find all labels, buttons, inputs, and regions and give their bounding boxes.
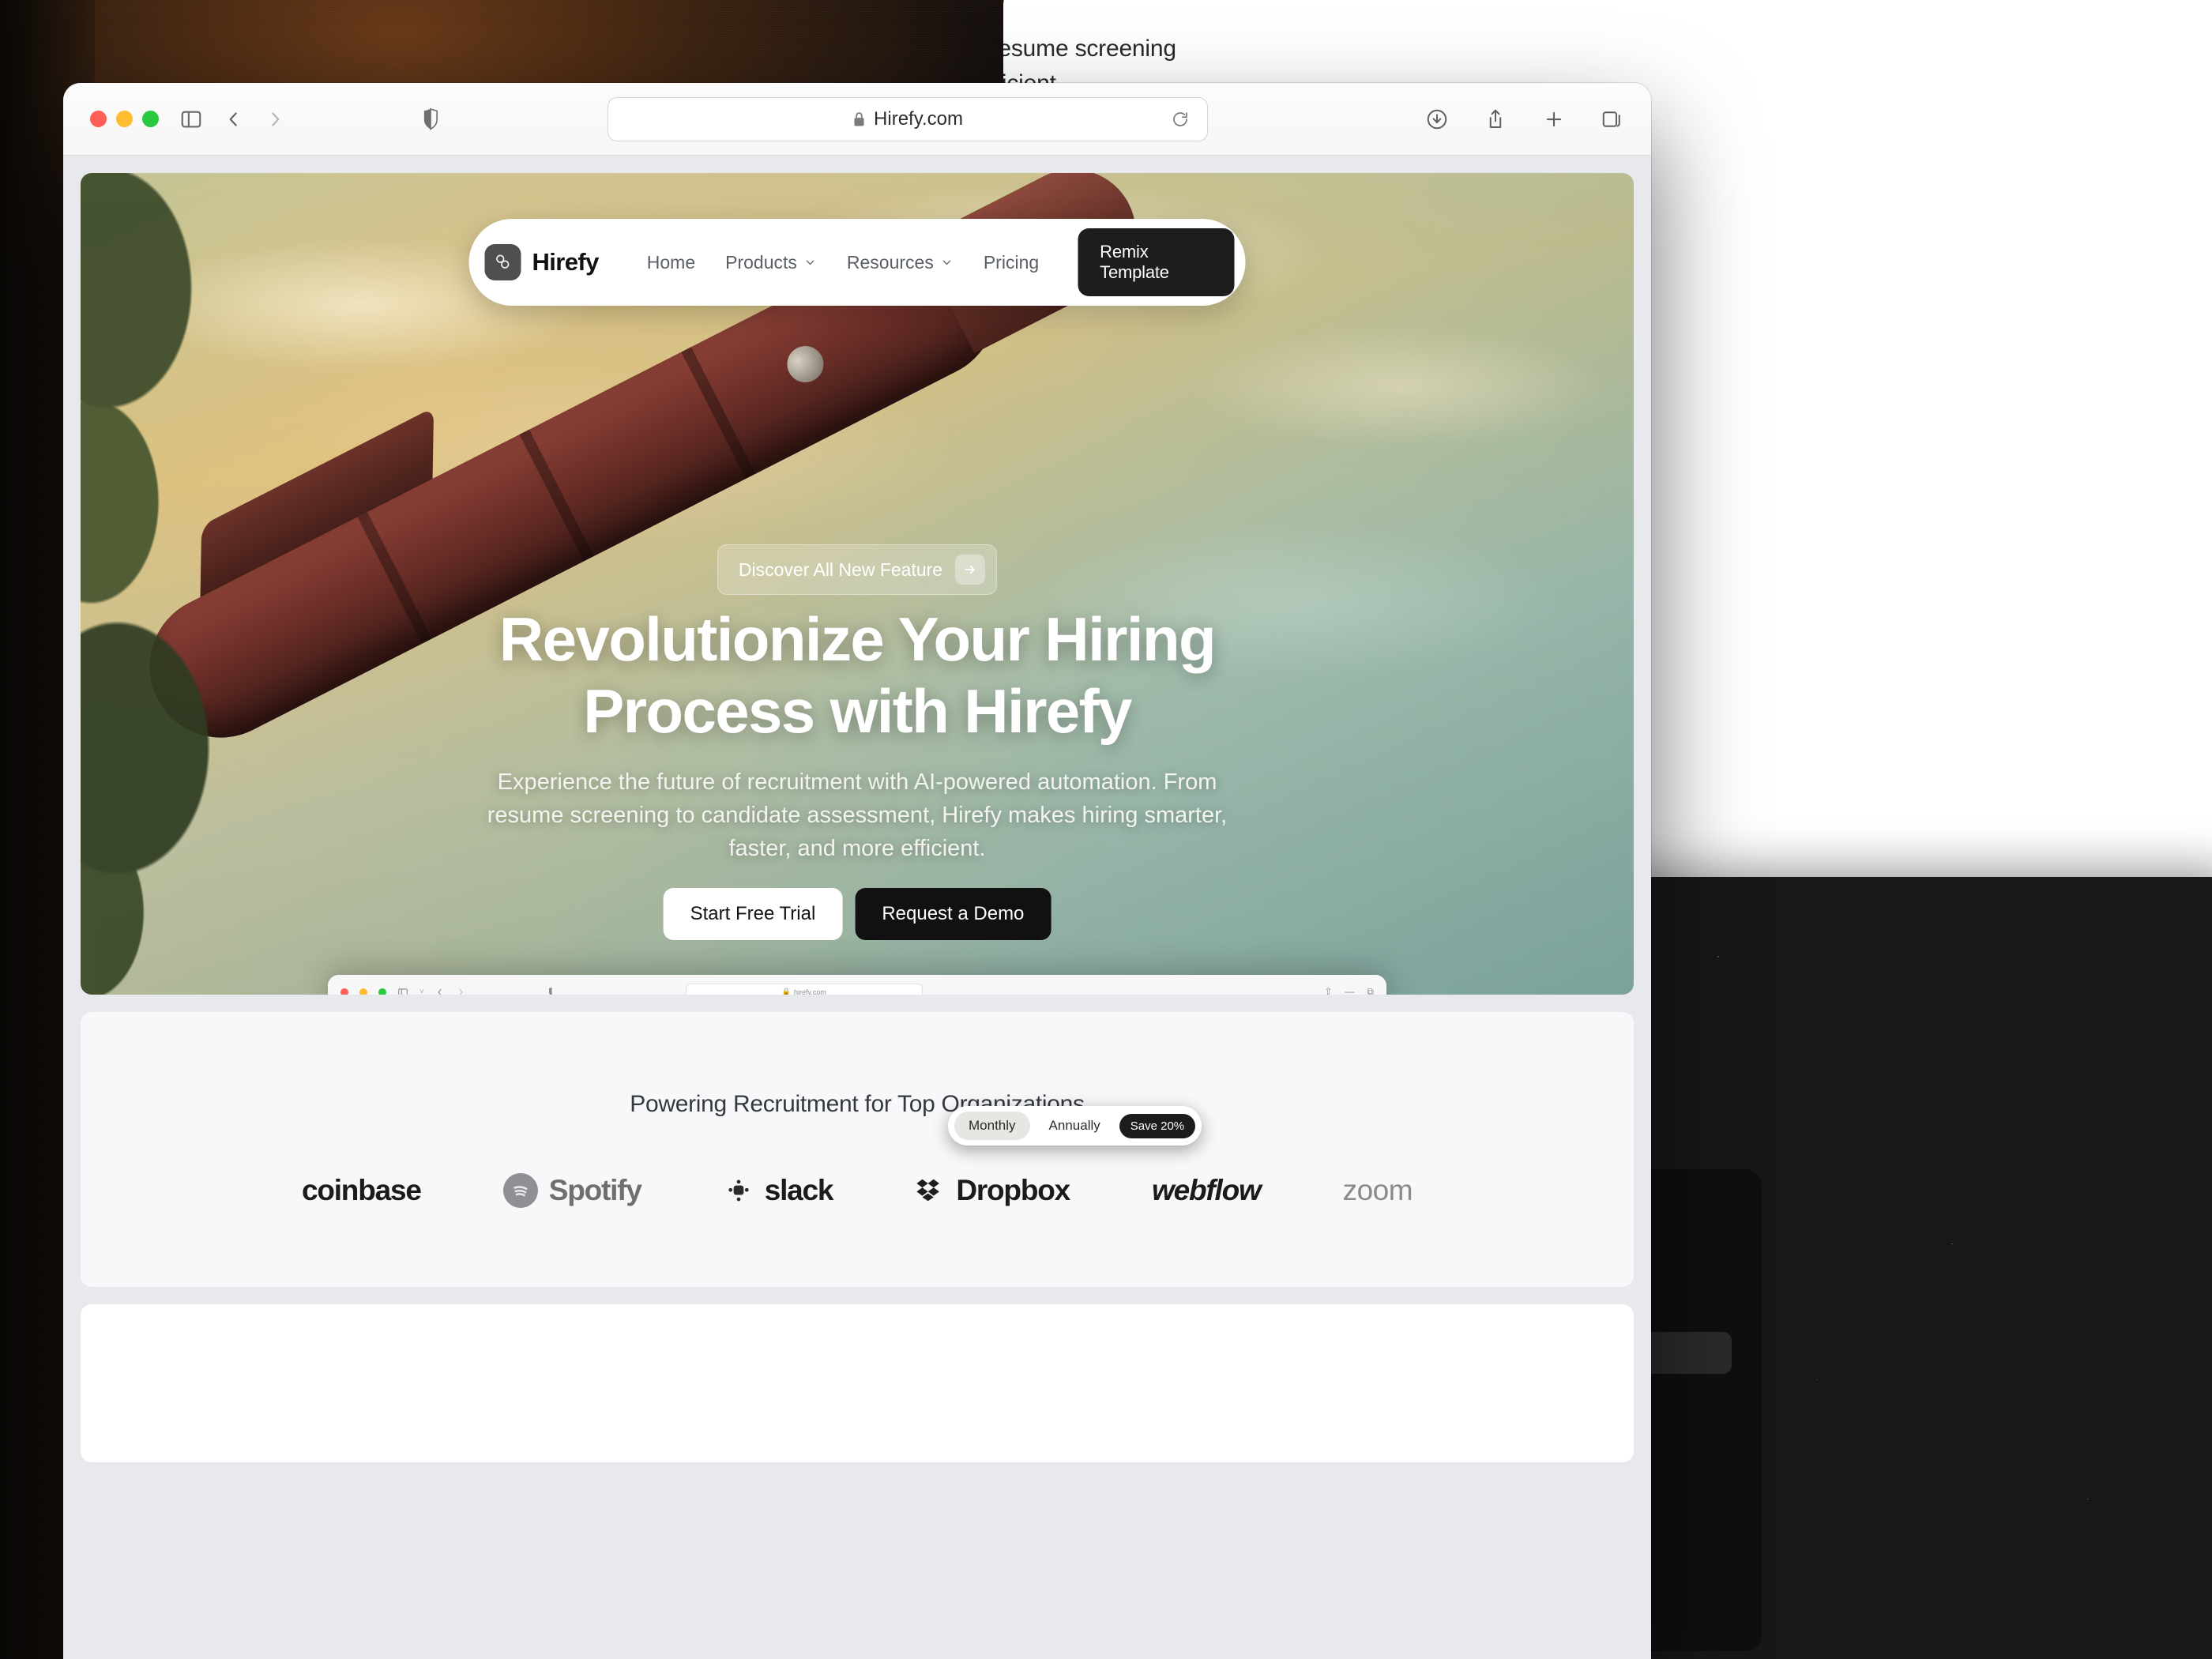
share-icon[interactable] <box>1484 107 1507 131</box>
logo-text: webflow <box>1152 1174 1262 1206</box>
nav-link-pricing[interactable]: Pricing <box>969 252 1054 273</box>
hero-title-line1: Revolutionize Your Hiring <box>498 604 1217 674</box>
shield-icon[interactable] <box>547 987 556 995</box>
discover-feature-badge[interactable]: Discover All New Feature <box>717 544 998 595</box>
hirefy-logo-icon <box>484 244 521 280</box>
url-text: Hirefy.com <box>874 107 963 130</box>
billing-monthly-option[interactable]: Monthly <box>954 1112 1030 1140</box>
dashboard-address-bar[interactable]: 🔒 hirefy.com <box>685 983 923 995</box>
back-arrow-icon[interactable] <box>224 109 244 130</box>
maximize-window-button[interactable] <box>378 988 386 995</box>
hero-title: Revolutionize Your Hiring Process with H… <box>391 604 1323 748</box>
logo-text: Dropbox <box>956 1174 1070 1206</box>
dashboard-browser-toolbar: ˅ 🔒 hirefy.com ⇧ — ⧉ <box>328 975 1386 995</box>
nav-link-products[interactable]: Products <box>710 252 832 273</box>
minimize-icon[interactable]: — <box>1345 986 1354 995</box>
nav-label: Products <box>725 251 797 273</box>
tab-overview-icon[interactable] <box>1601 107 1624 131</box>
logo-coinbase: coinbase <box>301 1174 422 1207</box>
billing-period-toggle[interactable]: Monthly Annually Save 20% <box>948 1106 1202 1146</box>
billing-annually-option[interactable]: Annually <box>1035 1112 1115 1140</box>
sidebar-toggle-icon[interactable] <box>397 987 408 995</box>
address-bar[interactable]: Hirefy.com <box>608 96 1208 141</box>
share-icon[interactable]: ⇧ <box>1324 986 1332 995</box>
billing-save-badge: Save 20% <box>1119 1113 1196 1138</box>
logo-webflow: webflow <box>1152 1174 1262 1207</box>
logo-text: zoom <box>1342 1174 1413 1206</box>
hero-subtitle: Experience the future of recruitment wit… <box>487 769 1228 862</box>
logo-text: slack <box>764 1174 834 1206</box>
remix-template-button[interactable]: Remix Template <box>1078 228 1235 296</box>
slack-icon <box>724 1176 754 1206</box>
back-arrow-icon[interactable] <box>435 988 445 995</box>
request-demo-button[interactable]: Request a Demo <box>855 888 1051 940</box>
nav-label: Resources <box>846 251 934 273</box>
nav-link-home[interactable]: Home <box>632 252 710 273</box>
logo-spotify: Spotify <box>502 1173 642 1208</box>
nav-link-resources[interactable]: Resources <box>832 252 969 273</box>
hero-cta-group: Start Free Trial Request a Demo <box>663 888 1051 940</box>
lock-icon <box>852 111 866 128</box>
close-window-button[interactable] <box>90 111 107 127</box>
dashboard-preview: ˅ 🔒 hirefy.com ⇧ — ⧉ <box>328 975 1386 995</box>
arrow-right-icon <box>955 555 986 585</box>
forward-arrow-icon[interactable] <box>456 988 465 995</box>
site-navigation: Hirefy Home Products Resources Pricing R… <box>468 219 1246 306</box>
brand-name: Hirefy <box>532 248 600 276</box>
brand-logo[interactable]: Hirefy <box>484 244 600 280</box>
nav-label: Pricing <box>983 251 1040 273</box>
chevron-down-icon <box>804 256 817 269</box>
download-icon[interactable] <box>1425 107 1449 131</box>
browser-toolbar-right <box>1425 107 1624 131</box>
hero-section: Hirefy Home Products Resources Pricing R… <box>81 173 1634 995</box>
chevron-down-icon[interactable]: ˅ <box>419 988 424 995</box>
hero-title-line2: Process with Hirefy <box>583 676 1132 747</box>
logo-text: coinbase <box>301 1174 422 1206</box>
start-free-trial-button[interactable]: Start Free Trial <box>663 888 843 940</box>
dropbox-icon <box>915 1176 945 1206</box>
close-window-button[interactable] <box>340 988 348 995</box>
sidebar-toggle-icon[interactable] <box>179 107 203 131</box>
hero-tree-foliage <box>81 173 341 995</box>
window-controls[interactable] <box>90 111 159 127</box>
shield-icon[interactable] <box>420 107 441 131</box>
partner-logo-row: coinbase Spotify slack Dropbox webflow z… <box>302 1173 1413 1208</box>
trusted-by-section: Powering Recruitment for Top Organizatio… <box>81 1012 1634 1287</box>
background-subtitle-line1: . From resume screening <box>1003 36 1176 62</box>
page-viewport: Hirefy Home Products Resources Pricing R… <box>63 156 1651 1659</box>
next-section-card <box>81 1304 1634 1462</box>
maximize-window-button[interactable] <box>142 111 159 127</box>
minimize-window-button[interactable] <box>359 988 367 995</box>
safari-browser-window: Hirefy.com Hirefy Home Products Resource… <box>63 83 1651 1659</box>
forward-arrow-icon[interactable] <box>265 109 285 130</box>
plus-icon[interactable] <box>1542 107 1566 131</box>
lock-icon: 🔒 <box>781 988 792 995</box>
browser-toolbar: Hirefy.com <box>63 83 1651 156</box>
logo-zoom: zoom <box>1343 1174 1413 1207</box>
tab-overview-icon[interactable]: ⧉ <box>1367 986 1374 995</box>
nav-label: Home <box>646 251 696 273</box>
minimize-window-button[interactable] <box>116 111 133 127</box>
reload-icon[interactable] <box>1171 110 1190 129</box>
discover-label: Discover All New Feature <box>738 559 943 580</box>
dashboard-url-text: hirefy.com <box>794 988 826 995</box>
dashboard-toolbar-right: ⇧ — ⧉ <box>1324 986 1374 995</box>
logo-dropbox: Dropbox <box>915 1174 1070 1207</box>
spotify-icon <box>502 1173 538 1208</box>
logo-slack: slack <box>724 1174 834 1207</box>
logo-text: Spotify <box>548 1174 642 1206</box>
chevron-down-icon <box>941 256 954 269</box>
